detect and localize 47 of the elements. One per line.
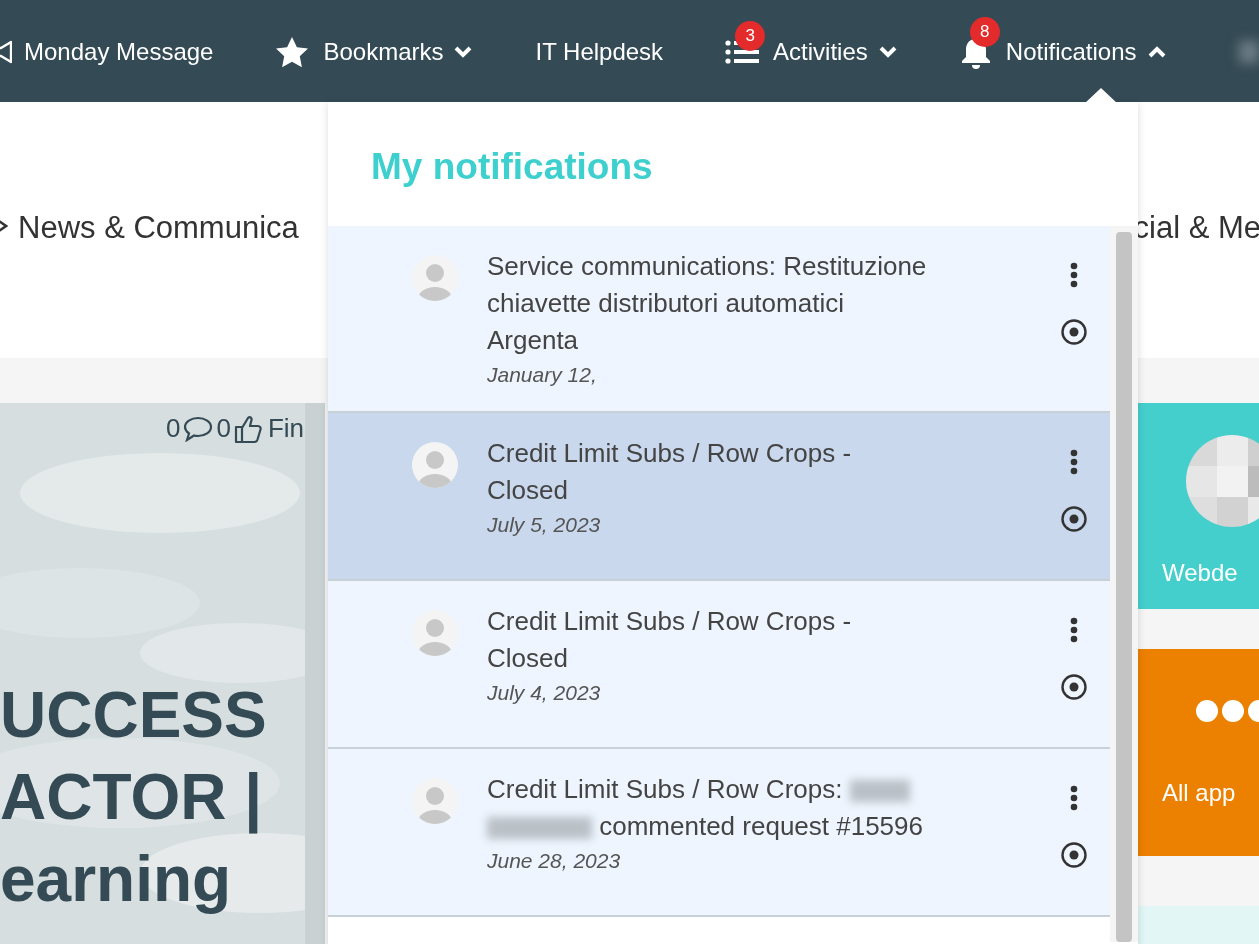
notification-text: Service communications: Restituzione chiavette distributori automatici Argenta (487, 250, 927, 357)
notification-text: Credit Limit Subs / Row Crops: commented request #15596 (487, 773, 924, 843)
notification-date: June 28, 2023 (487, 849, 622, 873)
section-nav-link[interactable]: News & Communica (18, 210, 299, 246)
notification-item[interactable]: Service communications: Restituzione chiavette distributori automatici Argenta January 12, (328, 226, 1110, 413)
notification-date: July 4, 2023 (487, 681, 602, 705)
more-options-icon (1070, 262, 1078, 288)
dots-icon (1196, 699, 1259, 724)
notification-date: July 5, 2023 (487, 513, 602, 537)
tile-label: Webde (1162, 559, 1238, 587)
notification-date: January 12, (487, 363, 598, 387)
find-link[interactable]: Fin (267, 413, 305, 444)
nav-link[interactable]: Activities (773, 38, 868, 66)
user-avatar-icon (412, 778, 458, 824)
notification-item[interactable]: Credit Limit Subs / Row Crops: commented request #15596 June 28, 2023 (328, 749, 1110, 917)
count-badge: 3 (735, 21, 766, 51)
count-badge: 8 (969, 17, 1000, 47)
notification-item[interactable]: Credit Limit Subs / Row Crops - Closed July 5, 2023 (328, 413, 1110, 581)
panel-title: My notifications (370, 145, 654, 189)
hero-title-line: UCCESS (0, 678, 268, 753)
user-avatar-icon (412, 610, 458, 656)
notification-item[interactable]: Credit Limit Subs / Row Crops - Closed July 4, 2023 (328, 581, 1110, 749)
nav-link[interactable]: Notifications (1005, 38, 1137, 66)
speech-bubble-icon (183, 415, 214, 442)
mark-read-icon (1060, 318, 1088, 346)
comment-count: 0 (166, 413, 181, 444)
like-count: 0 (216, 413, 231, 444)
mark-read-icon (1060, 505, 1088, 533)
star-icon (275, 36, 310, 68)
user-avatar-icon (412, 442, 458, 488)
more-options-icon (1070, 449, 1078, 475)
user-avatar-icon (412, 255, 458, 301)
notification-text: Credit Limit Subs / Row Crops - Closed (487, 437, 853, 507)
scrollbar[interactable] (1110, 226, 1138, 942)
mark-read-icon (1060, 841, 1088, 869)
thumbs-up-icon (233, 413, 262, 444)
mark-read-icon (1060, 673, 1088, 701)
hero-title-line: ACTOR | (0, 760, 264, 836)
more-options-icon (1070, 617, 1078, 643)
more-options-icon (1070, 785, 1078, 811)
nav-link[interactable]: Monday Message (24, 38, 214, 66)
avatar-icon (1186, 435, 1259, 527)
hero-title-line: earning (0, 842, 233, 917)
nav-link[interactable]: IT Helpdesk (535, 38, 664, 66)
nav-link[interactable]: Bookmarks (323, 38, 444, 66)
notification-text: Credit Limit Subs / Row Crops - Closed (487, 605, 853, 675)
tile-label: All app (1162, 779, 1236, 808)
